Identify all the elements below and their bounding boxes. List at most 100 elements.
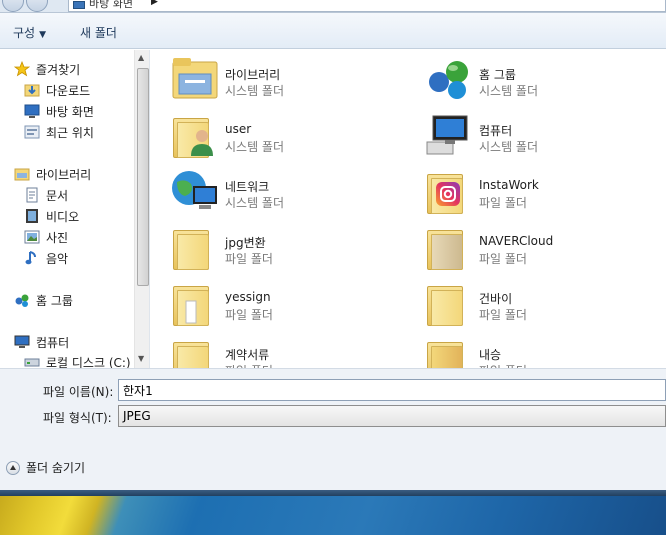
organize-label: 구성 — [13, 26, 36, 40]
file-name: 네트워크 — [225, 180, 270, 194]
nav-item-pictures[interactable]: 사진 — [24, 228, 68, 246]
filetype-select[interactable]: JPEG — [118, 405, 666, 427]
file-type: 시스템 폴더 — [225, 140, 285, 154]
nav-item-label: 로컬 디스크 (C:) — [46, 355, 131, 369]
nav-computer-label: 컴퓨터 — [36, 335, 70, 350]
desktop-background — [0, 490, 666, 535]
file-tile[interactable]: 홈 그룹 시스템 폴더 — [405, 50, 655, 102]
address-bar-strip: 바탕 화면 ▶ — [0, 0, 666, 13]
library-icon — [14, 166, 30, 182]
nav-item-label: 다운로드 — [46, 83, 91, 98]
file-tile[interactable]: 라이브러리 시스템 폴더 — [151, 50, 401, 102]
nav-item-documents[interactable]: 문서 — [24, 186, 68, 204]
address-current: 바탕 화면 — [89, 0, 133, 10]
file-tile[interactable]: 컴퓨터 시스템 폴더 — [405, 106, 655, 158]
hide-folders-button[interactable]: 폴더 숨기기 — [6, 459, 85, 476]
chevron-right-icon[interactable]: ▶ — [151, 0, 158, 7]
folder-icon — [171, 336, 221, 368]
nav-item-videos[interactable]: 비디오 — [24, 207, 79, 225]
folder-icon — [171, 224, 221, 270]
file-type: 시스템 폴더 — [479, 84, 539, 98]
file-type: 파일 폴더 — [479, 252, 527, 266]
nav-item-recent[interactable]: 최근 위치 — [24, 123, 94, 141]
nav-item-local-disk[interactable]: 로컬 디스크 (C:) — [24, 353, 131, 368]
folder-icon — [171, 280, 221, 326]
forward-button[interactable] — [26, 0, 48, 12]
folder-icon — [425, 224, 475, 270]
homegroup-icon — [425, 56, 475, 102]
window-bottom-border — [0, 490, 666, 496]
toolbar: 구성 ▼ 새 폴더 — [0, 13, 666, 49]
scroll-up-icon[interactable]: ▲ — [138, 53, 144, 62]
file-type: 시스템 폴더 — [225, 196, 285, 210]
file-tile[interactable]: NAVERCloud 파일 폴더 — [405, 218, 655, 270]
nav-item-label: 음악 — [46, 251, 69, 266]
file-tile[interactable]: 내승 파일 폴더 — [405, 330, 655, 368]
document-icon — [24, 187, 40, 203]
file-name: 내승 — [479, 348, 502, 362]
nav-item-downloads[interactable]: 다운로드 — [24, 81, 90, 99]
new-folder-button[interactable]: 새 폴더 — [80, 24, 117, 41]
back-button[interactable] — [2, 0, 24, 12]
file-tile[interactable]: InstaWork 파일 폴더 — [405, 162, 655, 214]
file-tile[interactable]: 계약서류 파일 폴더 — [151, 330, 401, 368]
file-name: yessign — [225, 290, 271, 304]
computer-icon — [14, 334, 30, 350]
file-name: InstaWork — [479, 178, 539, 192]
file-type: 파일 폴더 — [225, 252, 273, 266]
file-name: 계약서류 — [225, 348, 270, 362]
file-type: 파일 폴더 — [479, 196, 527, 210]
file-tile[interactable]: jpg변환 파일 폴더 — [151, 218, 401, 270]
file-list: 라이브러리 시스템 폴더 홈 그룹 시스템 폴더 user 시스템 폴더 컴퓨터… — [151, 50, 666, 368]
nav-scrollbar[interactable]: ▲ ▼ — [134, 50, 149, 368]
video-icon — [24, 208, 40, 224]
nav-libraries[interactable]: 라이브러리 — [14, 165, 91, 183]
instagram-folder-icon — [425, 168, 475, 214]
file-tile[interactable]: 네트워크 시스템 폴더 — [151, 162, 401, 214]
filename-label: 파일 이름(N): — [43, 385, 114, 399]
scroll-down-icon[interactable]: ▼ — [138, 354, 144, 363]
nav-homegroup[interactable]: 홈 그룹 — [14, 291, 73, 309]
nav-item-label: 문서 — [46, 188, 69, 203]
file-tile[interactable]: yessign 파일 폴더 — [151, 274, 401, 326]
file-name: 홈 그룹 — [479, 68, 516, 82]
nav-item-music[interactable]: 음악 — [24, 249, 68, 267]
homegroup-icon — [14, 292, 30, 308]
nav-favorites-label: 즐겨찾기 — [36, 62, 81, 77]
music-icon — [24, 250, 40, 266]
file-tile[interactable]: 건바이 파일 폴더 — [405, 274, 655, 326]
nav-computer[interactable]: 컴퓨터 — [14, 333, 69, 351]
nav-item-label: 최근 위치 — [46, 125, 94, 140]
chevron-down-icon: ▼ — [39, 30, 47, 40]
file-name: 건바이 — [479, 292, 513, 306]
file-name: user — [225, 122, 252, 136]
file-name: jpg변환 — [225, 236, 266, 250]
address-field[interactable]: 바탕 화면 ▶ — [68, 0, 666, 12]
nav-homegroup-label: 홈 그룹 — [36, 293, 73, 308]
library-icon — [171, 56, 221, 102]
picture-icon — [24, 229, 40, 245]
network-icon — [171, 168, 221, 214]
folder-icon — [425, 336, 475, 368]
nav-item-label: 바탕 화면 — [46, 104, 94, 119]
nav-item-label: 비디오 — [46, 209, 80, 224]
desktop-icon — [24, 103, 40, 119]
scroll-thumb[interactable] — [137, 68, 149, 286]
nav-item-desktop[interactable]: 바탕 화면 — [24, 102, 94, 120]
chevron-up-icon — [6, 460, 20, 475]
computer-icon — [425, 112, 475, 158]
folder-icon — [425, 280, 475, 326]
nav-libraries-label: 라이브러리 — [36, 167, 92, 182]
download-folder-icon — [24, 82, 40, 98]
nav-favorites[interactable]: 즐겨찾기 — [13, 60, 81, 78]
filename-input[interactable]: 한자1 — [118, 379, 666, 401]
file-type: 시스템 폴더 — [225, 84, 285, 98]
star-icon — [13, 60, 31, 77]
recent-places-icon — [24, 124, 40, 140]
organize-button[interactable]: 구성 ▼ — [13, 24, 46, 41]
file-name: 라이브러리 — [225, 68, 281, 82]
file-tile[interactable]: user 시스템 폴더 — [151, 106, 401, 158]
save-form: 파일 이름(N): 한자1 파일 형식(T): JPEG 폴더 숨기기 — [0, 368, 666, 490]
hide-folders-label: 폴더 숨기기 — [26, 461, 86, 475]
drive-icon — [24, 354, 40, 368]
